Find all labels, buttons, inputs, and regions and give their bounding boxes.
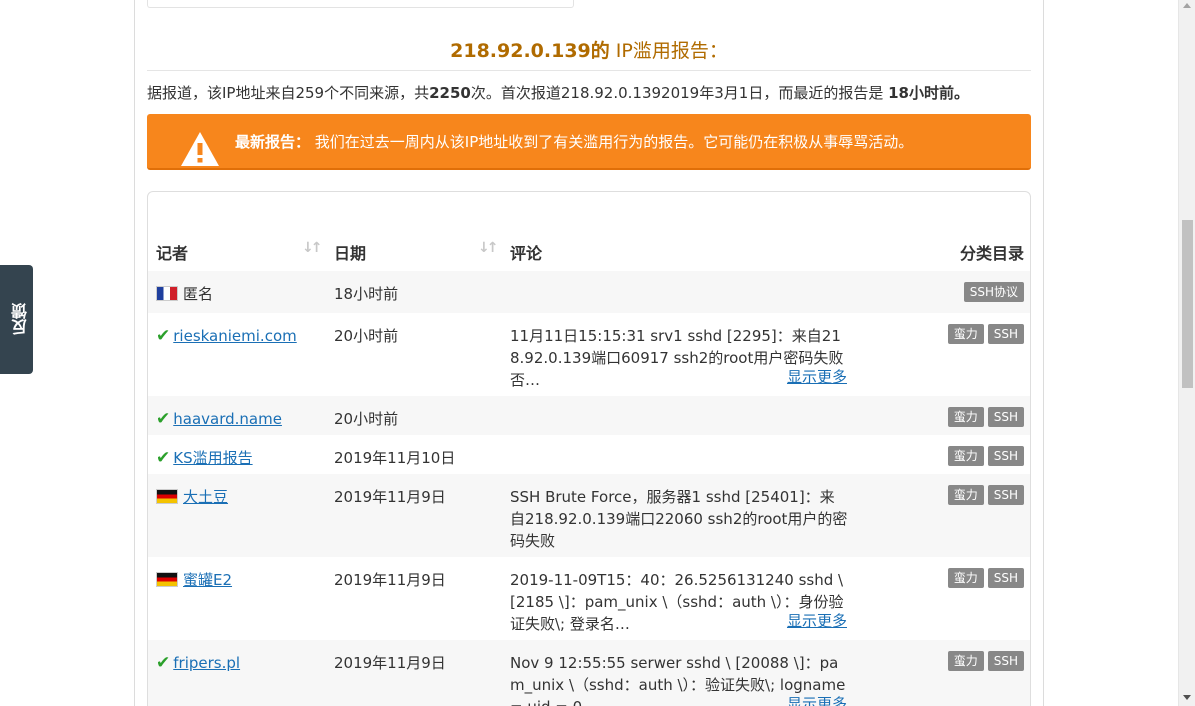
date-cell: 2019年11月9日 <box>334 571 446 589</box>
category-badge[interactable]: 蛮力 <box>947 324 984 344</box>
show-more-link[interactable]: 显示更多 <box>787 366 847 387</box>
category-badge[interactable]: SSH <box>987 485 1024 505</box>
table-row: ✔ haavard.name 20小时前 蛮力 SSH <box>148 396 1030 435</box>
show-more-link[interactable]: 显示更多 <box>787 693 847 706</box>
summary-count: 2250 <box>429 84 471 102</box>
summary-recent: 18小时前 <box>888 84 954 102</box>
reporter-link[interactable]: KS滥用报告 <box>173 449 252 467</box>
category-badge[interactable]: 蛮力 <box>947 485 984 505</box>
table-row: 匿名 18小时前 SSH协议 <box>148 271 1030 313</box>
sort-icon[interactable]: ↓↑ <box>302 240 323 256</box>
reporter-cell: 蜜罐E2 <box>156 569 232 591</box>
verified-check-icon: ✔ <box>156 409 171 429</box>
date-cell: 20小时前 <box>334 327 399 345</box>
category-badge[interactable]: 蛮力 <box>947 446 984 466</box>
feedback-label: 反馈 <box>11 303 30 335</box>
page-title: 218.92.0.139的 IP滥用报告： <box>147 36 1031 63</box>
category-badge[interactable]: SSH <box>987 407 1024 427</box>
alert-text: 最新报告： 我们在过去一周内从该IP地址收到了有关滥用行为的报告。它可能仍在积极… <box>235 131 913 152</box>
reporter-cell: ✔ fripers.pl <box>156 652 240 674</box>
reporter-link[interactable]: haavard.name <box>173 410 282 428</box>
categories-cell: 蛮力 SSH <box>947 568 1024 588</box>
category-badge[interactable]: 蛮力 <box>947 568 984 588</box>
date-cell: 2019年11月10日 <box>334 449 456 467</box>
header-date[interactable]: 日期 <box>334 240 366 264</box>
previous-section-edge <box>147 0 574 8</box>
verified-check-icon: ✔ <box>156 326 171 346</box>
scroll-up-icon[interactable] <box>1183 3 1191 8</box>
feedback-button[interactable]: 反馈 <box>0 265 33 374</box>
comment-cell: SSH Brute Force，服务器1 sshd [25401]：来自218.… <box>510 488 848 550</box>
summary-end: 。 <box>953 84 969 102</box>
show-more-link[interactable]: 显示更多 <box>787 610 847 631</box>
table-row: 大土豆 2019年11月9日 SSH Brute Force，服务器1 sshd [… <box>148 474 1030 557</box>
category-badge[interactable]: SSH <box>987 568 1024 588</box>
categories-cell: 蛮力 SSH <box>947 485 1024 505</box>
reporter-link[interactable]: 蜜罐E2 <box>183 571 232 589</box>
reporter-name: 匿名 <box>183 285 214 303</box>
summary-text-2: 次。首次报道218.92.0.1392019年3月1日，而最近的报告是 <box>470 84 884 102</box>
verified-check-icon: ✔ <box>156 653 171 673</box>
table-row: ✔ KS滥用报告 2019年11月10日 蛮力 SSH <box>148 435 1030 474</box>
category-badge[interactable]: SSH <box>987 651 1024 671</box>
categories-cell: 蛮力 SSH <box>947 407 1024 427</box>
date-cell: 2019年11月9日 <box>334 654 446 672</box>
flag-fr-icon <box>156 286 178 301</box>
category-badge[interactable]: 蛮力 <box>947 651 984 671</box>
alert-message: 我们在过去一周内从该IP地址收到了有关滥用行为的报告。它可能仍在积极从事辱骂活动… <box>310 133 914 151</box>
category-badge[interactable]: 蛮力 <box>947 407 984 427</box>
alert-label: 最新报告： <box>235 133 311 151</box>
category-badge[interactable]: SSH <box>987 324 1024 344</box>
categories-cell: 蛮力 SSH <box>947 446 1024 466</box>
verified-check-icon: ✔ <box>156 448 171 468</box>
scroll-down-icon[interactable] <box>1183 695 1191 700</box>
header-categories: 分类目录 <box>959 244 1024 263</box>
header-reporter[interactable]: 记者 <box>156 240 188 264</box>
categories-cell: 蛮力 SSH <box>947 651 1024 671</box>
category-badge[interactable]: SSH协议 <box>963 282 1024 302</box>
categories-cell: 蛮力 SSH <box>947 324 1024 344</box>
categories-cell: SSH协议 <box>963 282 1024 302</box>
reporter-link[interactable]: 大土豆 <box>183 488 228 506</box>
scrollbar[interactable] <box>1178 0 1195 706</box>
flag-de-icon <box>156 489 178 504</box>
report-summary: 据报道，该IP地址来自259个不同来源，共2250次。首次报道218.92.0.… <box>147 82 1031 103</box>
table-row: ✔ fripers.pl 2019年11月9日 Nov 9 12:55:55 serw… <box>148 640 1030 706</box>
summary-text-1: 据报道，该IP地址来自259个不同来源，共 <box>147 84 430 102</box>
reporter-link[interactable]: rieskaniemi.com <box>173 327 296 345</box>
recent-report-alert: 最新报告： 我们在过去一周内从该IP地址收到了有关滥用行为的报告。它可能仍在积极… <box>147 114 1031 170</box>
title-ip: 218.92.0.139的 <box>450 40 610 62</box>
table-body: 匿名 18小时前 SSH协议 ✔ rieskaniemi.com 20小时前 11月11日1… <box>148 271 1030 706</box>
table-row: 蜜罐E2 2019年11月9日 2019-11-09T15：40：26.525613… <box>148 557 1030 640</box>
header-comment: 评论 <box>510 244 543 263</box>
reports-table: 记者 ↓↑ 日期 ↓↑ 评论 分类目录 匿名 18小时前 SSH协议 ✔ rieskan… <box>147 191 1031 706</box>
warning-icon <box>181 132 219 166</box>
table-row: ✔ rieskaniemi.com 20小时前 11月11日15:15:31 srv1… <box>148 313 1030 396</box>
scrollbar-thumb[interactable] <box>1182 220 1193 388</box>
date-cell: 20小时前 <box>334 410 399 428</box>
table-header: 记者 ↓↑ 日期 ↓↑ 评论 分类目录 <box>148 228 1030 270</box>
reporter-cell: ✔ haavard.name <box>156 408 282 430</box>
date-cell: 2019年11月9日 <box>334 488 446 506</box>
reporter-cell: ✔ rieskaniemi.com <box>156 325 297 347</box>
title-suffix: IP滥用报告： <box>609 40 728 62</box>
reporter-cell: ✔ KS滥用报告 <box>156 447 253 469</box>
date-cell: 18小时前 <box>334 285 399 303</box>
reporter-cell: 大土豆 <box>156 486 228 508</box>
reporter-cell: 匿名 <box>156 283 213 305</box>
sort-icon[interactable]: ↓↑ <box>478 240 499 256</box>
title-divider <box>147 70 1031 71</box>
category-badge[interactable]: SSH <box>987 446 1024 466</box>
reporter-link[interactable]: fripers.pl <box>173 654 240 672</box>
flag-de-icon <box>156 572 178 587</box>
